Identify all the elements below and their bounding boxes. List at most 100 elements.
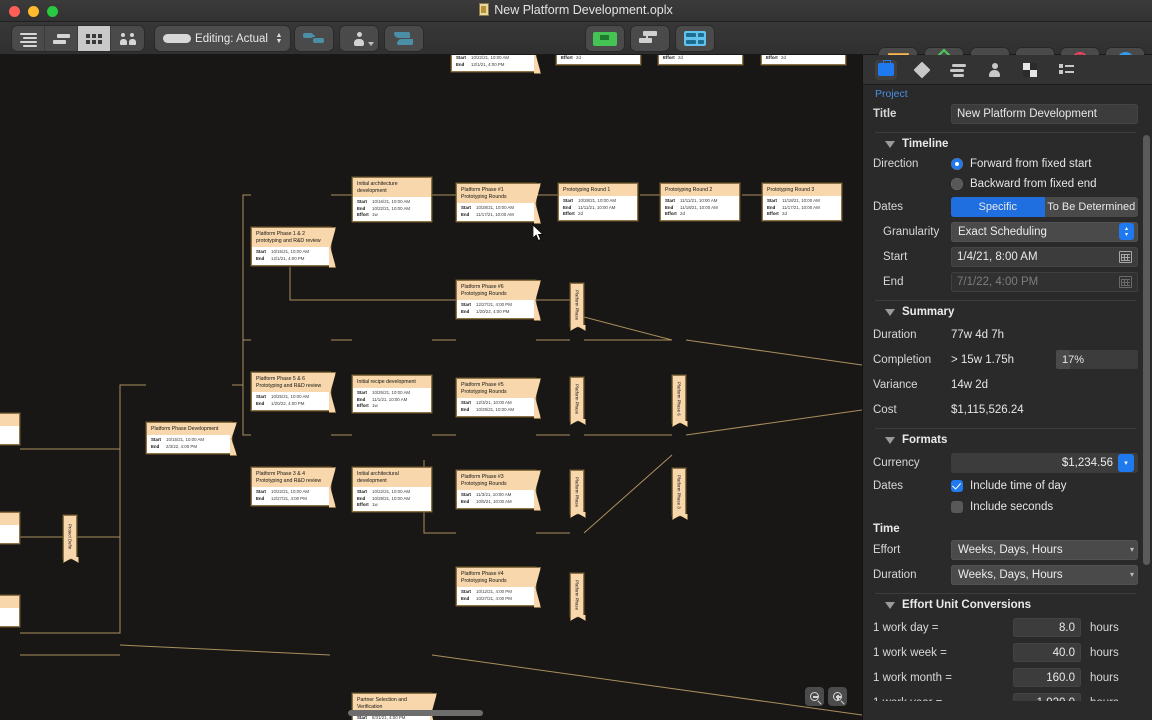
effort-unit-input[interactable]: 8.0 — [1013, 618, 1081, 637]
milestone-node[interactable]: Platform Phase — [570, 283, 584, 327]
task-node[interactable]: al w erled0 PM0 PM — [0, 595, 20, 627]
task-node-field-value: 10/25/21, 10:00 AM — [271, 394, 310, 400]
calendar-icon[interactable] — [1119, 250, 1132, 263]
task-node[interactable]: Prototyping Round 2 Start 11/11/21, 10:00 … — [660, 183, 740, 222]
timeline-section-header[interactable]: Timeline — [885, 138, 1138, 150]
direction-forward-radio[interactable] — [951, 158, 963, 170]
milestone-node[interactable]: Platform Phase — [570, 470, 584, 514]
inspector-tabs[interactable] — [863, 55, 1152, 85]
disclosure-triangle-icon[interactable] — [885, 140, 895, 148]
editing-mode-popup[interactable]: Editing: Actual ▲ ▼ — [155, 26, 290, 51]
task-node[interactable]: Initial architecture development Start 10/… — [352, 177, 432, 223]
effort-unit-label: 1 work year = — [873, 697, 1013, 702]
inspector-tab-task[interactable] — [911, 60, 933, 80]
dates-segmented-control[interactable]: Specific To Be Determined — [951, 196, 1138, 217]
task-node-field-key: End — [357, 396, 366, 402]
task-node[interactable]: nel on tor0 AM00 AM — [0, 512, 20, 544]
inspector-tab-project[interactable] — [875, 59, 897, 80]
inspector-scrollbar[interactable] — [1143, 135, 1150, 565]
task-node-field-key: End — [456, 61, 465, 67]
milestone-node[interactable]: Project Defin — [63, 515, 77, 559]
effort-unit-input[interactable]: 40.0 — [1013, 643, 1081, 662]
connections-button[interactable] — [295, 26, 333, 51]
task-node-field-row: End 10/22/21, 10:00 AM — [357, 206, 427, 213]
outline-view-button[interactable] — [12, 26, 45, 51]
completion-row: Completion > 15w 1.75h 17% — [873, 347, 1138, 372]
duration-popup[interactable]: Weeks, Days, Hours ▾ — [951, 564, 1138, 585]
variance-value: 14w 2d — [951, 378, 989, 391]
end-date-input[interactable]: 7/1/22, 4:00 PM — [951, 271, 1138, 292]
task-node[interactable]: Prototyping Round 1 Start 10/28/21, 10:00 … — [558, 183, 638, 222]
inspector-tab-schedule[interactable] — [947, 60, 969, 80]
completion-percent-field[interactable]: 17% — [1056, 350, 1138, 369]
inspector-tab-styles[interactable] — [1019, 60, 1041, 80]
assignments-button[interactable] — [340, 26, 378, 51]
inspector-tab-resource[interactable] — [983, 60, 1005, 80]
disclosure-triangle-icon[interactable] — [885, 601, 895, 609]
task-node[interactable]: Platform Phase #6 Prototyping Rounds Star… — [456, 280, 536, 319]
start-date-input[interactable]: 1/4/21, 8:00 AM — [951, 246, 1138, 267]
task-node-field-value: 10/22/21, 10:00 AM — [271, 489, 310, 495]
task-node[interactable]: Platform Phase Development Start 10/15/21,… — [146, 422, 232, 454]
effort-unit-section-header[interactable]: Effort Unit Conversions — [885, 599, 1138, 611]
project-title-input[interactable]: New Platform Development — [951, 103, 1138, 124]
task-node[interactable]: Platform Phase 1 & 2 prototyping and R&D… — [251, 227, 331, 266]
task-node[interactable]: Platform Phase #1 Prototyping Rounds Star… — [456, 183, 536, 222]
stepper-icon[interactable]: ▲ ▼ — [272, 32, 286, 45]
chevron-down-icon[interactable]: ▾ — [1130, 570, 1134, 579]
view-mode-group[interactable] — [12, 26, 144, 51]
milestone-node[interactable]: Platform Phase — [570, 573, 584, 617]
zoom-in-button[interactable] — [828, 687, 847, 706]
direction-backward-radio[interactable] — [951, 178, 963, 190]
task-node-field-key: Start — [461, 589, 472, 595]
level-resources-button[interactable] — [586, 26, 624, 51]
calendar-icon[interactable] — [1119, 275, 1132, 288]
effort-unit-input[interactable]: 1,920.0 — [1013, 693, 1081, 701]
disclosure-triangle-icon[interactable] — [885, 436, 895, 444]
task-node[interactable]: Platform Phase 3 & 4 Prototyping and R&D… — [251, 467, 331, 506]
network-canvas[interactable]: Platform Phase 1 & 2 prototyping and R&D… — [0, 55, 862, 720]
include-time-checkbox[interactable] — [951, 479, 963, 492]
task-node[interactable]: Prototyping RoundEnd12/12/21, 4:00 PMEff… — [761, 55, 846, 65]
task-node[interactable]: Platform Phase #4 Prototyping Rounds Star… — [456, 567, 536, 606]
horizontal-scrollbar[interactable] — [348, 710, 483, 716]
task-node-title: Prototyping Round 1 — [559, 184, 637, 197]
task-node[interactable]: Platform Phase #3 Prototyping Rounds Star… — [456, 470, 536, 509]
effort-unit-input[interactable]: 160.0 — [1013, 668, 1081, 687]
chevron-down-icon[interactable]: ▾ — [1118, 453, 1134, 472]
milestone-node[interactable]: Platform Phase — [570, 377, 584, 421]
formats-section-header[interactable]: Formats — [885, 434, 1138, 446]
granularity-popup[interactable]: Exact Scheduling ▴ ▾ — [951, 221, 1138, 242]
align-button[interactable] — [631, 26, 669, 51]
task-node[interactable]: Platform Phase #5 Prototyping Rounds Star… — [456, 378, 536, 417]
task-node[interactable]: Platform Phase 5 & 6 Prototyping and R&D… — [251, 372, 331, 411]
task-node-fields: Start 10/28/21, 10:00 AM End 11/11/21, 10:0… — [559, 196, 637, 221]
inspector-tab-columns[interactable] — [1055, 60, 1077, 80]
task-view-button[interactable] — [45, 26, 78, 51]
dates-tbd-segment[interactable]: To Be Determined — [1044, 196, 1138, 217]
effort-popup[interactable]: Weeks, Days, Hours ▾ — [951, 539, 1138, 560]
dates-specific-segment[interactable]: Specific — [951, 196, 1045, 217]
milestone-node[interactable]: Platform Phase 3 — [672, 468, 686, 516]
task-node[interactable]: Prototyping RoundEnd1/18/21, 10:00 AMEff… — [658, 55, 743, 65]
schedule-button[interactable] — [676, 26, 714, 51]
resource-view-button[interactable] — [111, 26, 144, 51]
task-node[interactable]: Prototyping RoundEnd1/11/21, 10:00 AMEff… — [556, 55, 641, 65]
currency-field[interactable]: $1,234.56 ▾ — [951, 452, 1138, 473]
zoom-controls[interactable] — [805, 687, 847, 706]
include-seconds-checkbox[interactable] — [951, 500, 963, 513]
task-node[interactable]: Product al0 PM0 PM — [0, 413, 20, 445]
zoom-out-button[interactable] — [805, 687, 824, 706]
milestone-node[interactable]: Platform Phase 6 — [672, 375, 686, 423]
task-node[interactable]: Prototyping Round 3 Start 11/18/21, 10:00 … — [762, 183, 842, 222]
task-node-field-row: End 11/11/21, 10:00 AM — [563, 205, 633, 212]
task-node[interactable]: Initial architectural development Start 10… — [352, 467, 432, 513]
task-node[interactable]: Initial recipe development Start 10/25/21,… — [352, 375, 432, 414]
task-node[interactable]: Platform Phase 1 & 2 prototyping and R&D… — [451, 55, 536, 72]
summary-section-header[interactable]: Summary — [885, 306, 1138, 318]
disclosure-triangle-icon[interactable] — [885, 308, 895, 316]
stepper-icon[interactable]: ▴ ▾ — [1119, 223, 1134, 240]
chevron-down-icon[interactable]: ▾ — [1130, 545, 1134, 554]
group-button[interactable] — [385, 26, 423, 51]
network-view-button[interactable] — [78, 26, 111, 51]
